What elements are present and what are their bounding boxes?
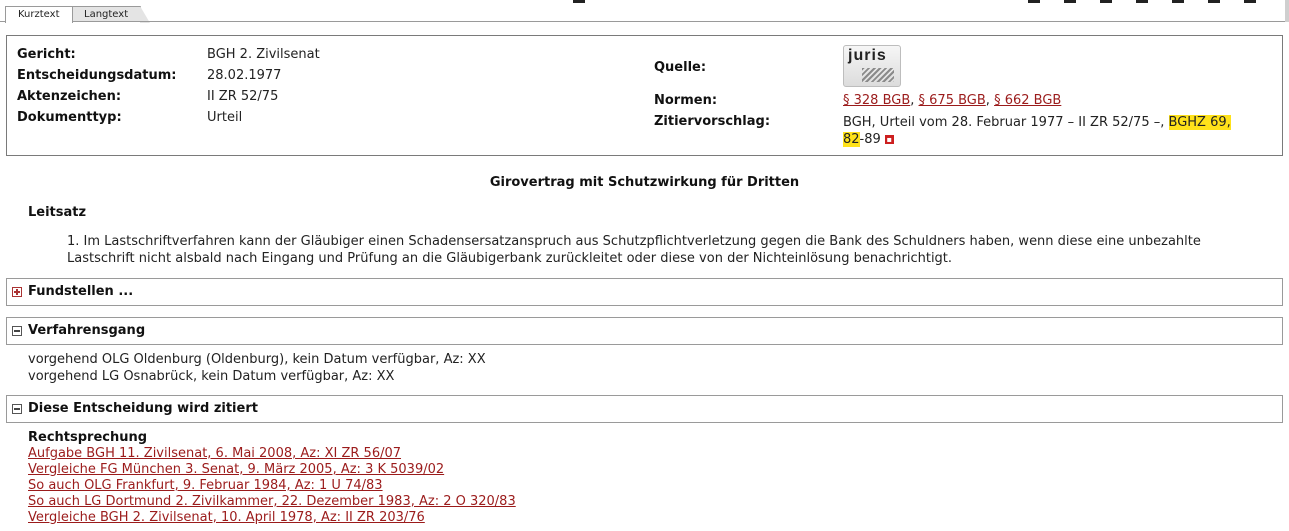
citation-link[interactable]: Vergleiche BGH 2. Zivilsenat, 10. April … (28, 510, 425, 525)
rechtsprechung-heading: Rechtsprechung (28, 430, 148, 445)
fundstellen-section[interactable]: Fundstellen ... (6, 278, 1283, 306)
citation-link[interactable]: So auch OLG Frankfurt, 9. Februar 1984, … (28, 478, 383, 493)
tab-langtext[interactable]: Langtext (71, 6, 151, 23)
citation-link[interactable]: Vergleiche FG München 3. Senat, 9. März … (28, 462, 444, 477)
leitsatz-line: Lastschrift nicht alsbald nach Eingang u… (67, 251, 953, 266)
verfahrensgang-section[interactable]: Verfahrensgang (6, 317, 1283, 345)
entscheidungsdatum-label: Entscheidungsdatum: (17, 68, 177, 83)
gericht-value: BGH 2. Zivilsenat (207, 47, 320, 62)
juris-logo-text: juris (848, 47, 887, 64)
tab-kurztext[interactable]: Kurztext (5, 6, 73, 23)
collapse-minus-icon[interactable] (12, 404, 22, 414)
dokumenttyp-value: Urteil (207, 110, 243, 125)
collapse-minus-icon[interactable] (12, 326, 22, 336)
verfahrensgang-item: vorgehend OLG Oldenburg (Oldenburg), kei… (28, 352, 486, 367)
scrollbar[interactable] (1285, 0, 1289, 22)
verfahrensgang-title[interactable]: Verfahrensgang (28, 323, 145, 338)
toolbar-icon[interactable] (1208, 0, 1220, 3)
tab-divider (0, 21, 1289, 22)
juris-logo[interactable]: juris (843, 45, 901, 87)
toolbar-icon[interactable] (573, 0, 585, 3)
tab-bar: Kurztext Langtext (0, 0, 1289, 23)
zitier-text: -89 (859, 132, 881, 147)
toolbar-icon[interactable] (1028, 0, 1040, 3)
norm-link[interactable]: § 328 BGB (843, 93, 910, 108)
entscheidungsdatum-value: 28.02.1977 (207, 68, 282, 83)
gericht-label: Gericht: (17, 47, 76, 62)
leitsatz-line: 1. Im Lastschriftverfahren kann der Gläu… (67, 234, 1201, 249)
toolbar-icon[interactable] (1244, 0, 1256, 3)
toolbar-icon[interactable] (1172, 0, 1184, 3)
zitiervorschlag-label: Zitiervorschlag: (654, 114, 771, 129)
expand-plus-icon[interactable] (12, 287, 22, 297)
leitsatz-text: 1. Im Lastschriftverfahren kann der Gläu… (67, 233, 1247, 267)
document-metadata: Gericht: BGH 2. Zivilsenat Entscheidungs… (6, 35, 1283, 156)
zitiert-title[interactable]: Diese Entscheidung wird zitiert (28, 401, 258, 416)
quelle-label: Quelle: (654, 60, 707, 75)
aktenzeichen-value: II ZR 52/75 (207, 89, 279, 104)
verfahrensgang-item: vorgehend LG Osnabrück, kein Datum verfü… (28, 369, 395, 384)
zitier-text: BGH, Urteil vom 28. Februar 1977 – II ZR… (843, 115, 1169, 130)
zitiert-section[interactable]: Diese Entscheidung wird zitiert (6, 395, 1283, 423)
dokumenttyp-label: Dokumenttyp: (17, 110, 122, 125)
pdf-icon[interactable]: ▪ (884, 135, 894, 144)
zitier-highlight: 82 (843, 132, 860, 147)
juris-logo-stripes (862, 68, 894, 82)
normen-list: § 328 BGB, § 675 BGB, § 662 BGB (843, 93, 1062, 108)
decision-title: Girovertrag mit Schutzwirkung für Dritte… (489, 175, 800, 190)
normen-label: Normen: (654, 93, 718, 108)
toolbar-icon[interactable] (1100, 0, 1112, 3)
toolbar-icon[interactable] (1136, 0, 1148, 3)
zitier-highlight: BGHZ 69, (1168, 115, 1231, 130)
leitsatz-heading: Leitsatz (28, 205, 87, 220)
citation-link[interactable]: So auch LG Dortmund 2. Zivilkammer, 22. … (28, 494, 516, 509)
toolbar-icon[interactable] (1064, 0, 1076, 3)
norm-link[interactable]: § 662 BGB (994, 93, 1061, 108)
fundstellen-title[interactable]: Fundstellen ... (28, 284, 133, 299)
norm-link[interactable]: § 675 BGB (919, 93, 986, 108)
citation-link[interactable]: Aufgabe BGH 11. Zivilsenat, 6. Mai 2008,… (28, 446, 401, 461)
aktenzeichen-label: Aktenzeichen: (17, 89, 122, 104)
zitiervorschlag-value: BGH, Urteil vom 28. Februar 1977 – II ZR… (843, 114, 1273, 148)
